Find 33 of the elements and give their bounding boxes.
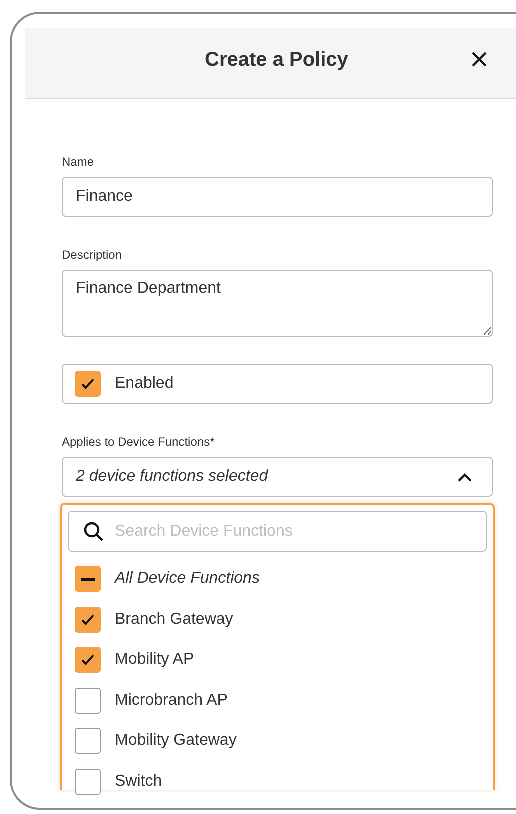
checkbox[interactable] — [75, 688, 101, 714]
field-label: Description — [62, 248, 124, 262]
field-label: Name — [62, 155, 96, 169]
option-label: Mobility Gateway — [115, 732, 237, 750]
checkbox-label: Enabled — [115, 375, 174, 393]
option-row[interactable]: Mobility AP — [68, 640, 487, 680]
dialog-title: Create a Policy — [205, 49, 348, 72]
option-label: Mobility AP — [115, 651, 194, 670]
option-row[interactable]: Switch — [68, 762, 487, 802]
checkbox[interactable] — [75, 371, 101, 397]
option-label: Microbranch AP — [115, 692, 228, 710]
option-row[interactable]: Microbranch AP — [68, 680, 487, 721]
dropdown-value: 2 device functions selected — [76, 468, 268, 486]
checkbox[interactable] — [75, 768, 101, 795]
option-label: Branch Gateway — [115, 610, 234, 629]
caret-up-icon — [458, 472, 472, 482]
checkbox[interactable] — [75, 606, 101, 633]
checkbox[interactable] — [75, 566, 101, 592]
close-icon — [472, 52, 486, 66]
search-field[interactable]: Search Device Functions — [68, 511, 487, 552]
option-row[interactable]: All Device Functions — [68, 559, 487, 600]
option-row[interactable]: Mobility Gateway — [68, 721, 487, 762]
enabled-toggle-row[interactable]: Enabled — [62, 364, 493, 404]
checkbox[interactable] — [75, 647, 101, 674]
checkbox[interactable] — [75, 728, 101, 754]
device-functions-dropdown[interactable]: 2 device functions selected — [62, 457, 493, 497]
option-label: All Device Functions — [115, 570, 260, 588]
description-field[interactable]: Finance Department — [62, 270, 493, 337]
search-icon — [84, 522, 104, 542]
field-label: Applies to Device Functions* — [62, 435, 216, 449]
name-field[interactable]: Finance — [62, 177, 493, 217]
option-row[interactable]: Branch Gateway — [68, 600, 487, 640]
option-label: Switch — [115, 772, 162, 791]
